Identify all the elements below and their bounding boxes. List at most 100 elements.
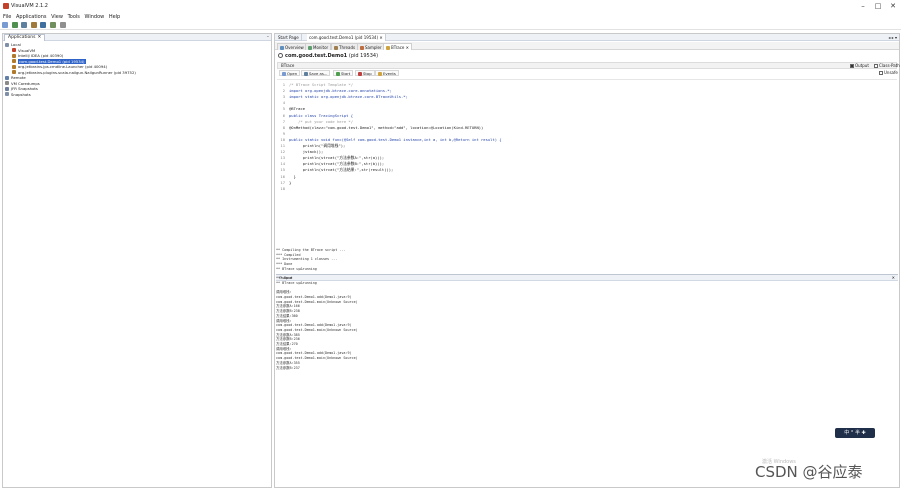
panel-minimize-button[interactable]: – bbox=[267, 34, 269, 41]
tab-threads[interactable]: Threads bbox=[331, 43, 359, 50]
line-number: 4 bbox=[282, 100, 285, 106]
line-number: 10 bbox=[280, 136, 285, 142]
tab-monitor[interactable]: Monitor bbox=[305, 43, 332, 50]
tab-btrace[interactable]: BTrace ✕ bbox=[383, 43, 412, 50]
output-line: ** BTrace up&running bbox=[276, 280, 317, 285]
events-button[interactable]: Events bbox=[375, 70, 399, 76]
code-text: println(strcat("方法参数B:",str(b))); bbox=[289, 161, 385, 167]
refresh-icon[interactable] bbox=[59, 22, 66, 28]
tab-applications-label: Applications bbox=[8, 35, 36, 40]
line-number: 18 bbox=[280, 185, 285, 191]
menu-help[interactable]: Help bbox=[109, 13, 120, 21]
tree-node-remote[interactable]: Remote bbox=[5, 75, 26, 80]
code-line: 18 bbox=[277, 186, 289, 192]
code-text: jstack(); bbox=[289, 149, 324, 155]
script-editor[interactable]: 1 /* BTrace Script Template */ 2 import org… bbox=[277, 79, 897, 273]
thread-dump-icon[interactable] bbox=[21, 22, 28, 28]
tree-node-nailgun[interactable]: org.jetbrains.plugins.scala.nailgun.Nail… bbox=[12, 70, 136, 75]
code-text: println(strcat("方法参数A:",str(a))); bbox=[289, 155, 385, 161]
line-number: 5 bbox=[282, 106, 285, 112]
classpath-checkbox[interactable]: Class-Path bbox=[874, 63, 900, 69]
stop-button[interactable]: Stop bbox=[355, 70, 375, 76]
btrace-icon bbox=[386, 45, 390, 50]
code-line: 7 /* put your code here */ bbox=[277, 119, 353, 125]
computer-icon bbox=[5, 42, 9, 47]
heap-dump-icon[interactable] bbox=[11, 22, 18, 28]
tab-demo1[interactable]: com.good.test.Demo1 (pid 19534) ✕ bbox=[307, 34, 386, 41]
sampler-icon bbox=[360, 45, 364, 50]
maximize-button[interactable]: □ bbox=[872, 2, 884, 10]
close-icon[interactable]: ✕ bbox=[38, 35, 42, 40]
tree-node-snapshots[interactable]: Snapshots bbox=[5, 92, 31, 97]
line-number: 8 bbox=[282, 124, 285, 130]
code-text: } bbox=[289, 179, 292, 185]
menu-file[interactable]: File bbox=[3, 13, 11, 21]
code-line: 8 @OnMethod(clazz="com.good.test.Demo1", … bbox=[277, 124, 484, 131]
overview-icon bbox=[280, 45, 284, 50]
save-as-button[interactable]: Save as... bbox=[301, 70, 331, 76]
section-title: BTrace bbox=[281, 63, 295, 68]
tab-start-page[interactable]: Start Page bbox=[276, 34, 302, 41]
globe-icon bbox=[5, 75, 9, 80]
tree-node-demo1[interactable]: com.good.test.Demo1 (pid 19534) bbox=[12, 58, 86, 64]
line-number: 1 bbox=[282, 82, 285, 87]
process-title: com.good.test.Demo1 (pid 19534) bbox=[278, 53, 378, 59]
tab-overview[interactable]: Overview bbox=[277, 43, 307, 50]
menu-bar: File Applications View Tools Window Help bbox=[0, 13, 901, 21]
checkbox-icon bbox=[879, 70, 883, 75]
minimize-button[interactable]: – bbox=[857, 2, 869, 10]
menu-tools[interactable]: Tools bbox=[68, 13, 80, 21]
monitor-icon bbox=[308, 45, 312, 50]
applications-panel-header: Applications ✕ – bbox=[3, 34, 271, 41]
save-icon bbox=[304, 71, 308, 76]
tree-node-visualvm[interactable]: VisualVM bbox=[12, 48, 35, 53]
line-number: 17 bbox=[280, 179, 285, 185]
open-icon[interactable] bbox=[2, 22, 8, 28]
tree-node-local[interactable]: Local bbox=[5, 42, 21, 47]
menu-view[interactable]: View bbox=[51, 13, 63, 21]
close-icon[interactable]: ✕ bbox=[892, 275, 895, 281]
menu-window[interactable]: Window bbox=[85, 13, 105, 21]
code-line: 1 /* BTrace Script Template */ bbox=[277, 82, 353, 88]
remote-icon[interactable] bbox=[49, 22, 56, 28]
snapshot-icon[interactable] bbox=[30, 22, 37, 28]
open-button[interactable]: Open bbox=[279, 70, 301, 76]
tree-node-jps-launcher[interactable]: org.jetbrains.jps.cmdline.Launcher (pid … bbox=[12, 64, 107, 69]
folder-icon bbox=[282, 71, 286, 76]
close-icon[interactable]: ✕ bbox=[379, 35, 382, 40]
tab-sampler[interactable]: Sampler bbox=[357, 43, 385, 50]
jmx-icon[interactable] bbox=[40, 22, 47, 28]
menu-applications[interactable]: Applications bbox=[16, 13, 47, 21]
tab-navigation-controls[interactable]: ◂ ▸ ▾ bbox=[888, 34, 897, 41]
tab-applications[interactable]: Applications ✕ bbox=[4, 34, 46, 41]
threads-icon bbox=[334, 45, 338, 50]
output-checkbox[interactable]: Output bbox=[850, 63, 869, 69]
code-line: 10 public static void func(@Self com.good… bbox=[277, 136, 502, 143]
code-line: 12 jstack(); bbox=[277, 149, 323, 155]
code-text: println("调用堆栈"); bbox=[289, 143, 346, 148]
code-line: 9 bbox=[277, 131, 289, 137]
start-button[interactable]: Start bbox=[333, 70, 354, 76]
tree-node-coredumps[interactable]: VM Coredumps bbox=[5, 81, 40, 86]
ime-indicator[interactable]: 中 ° 半 ✚ bbox=[835, 428, 875, 438]
java-app-icon bbox=[12, 59, 16, 63]
line-number: 12 bbox=[280, 149, 285, 155]
code-line: 6 public class TracingScript { bbox=[277, 113, 353, 119]
document-tabs: Start Page com.good.test.Demo1 (pid 1953… bbox=[275, 34, 899, 41]
tree-node-intellij[interactable]: IntelliJ IDEA (pid 40390) bbox=[12, 53, 63, 58]
watermark: CSDN @谷应泰 bbox=[755, 463, 863, 481]
line-number: 13 bbox=[280, 155, 285, 161]
code-line: 17} bbox=[277, 180, 291, 186]
code-text: @BTrace bbox=[289, 106, 306, 112]
code-line: 5 @BTrace bbox=[277, 106, 305, 112]
close-icon[interactable]: ✕ bbox=[406, 45, 409, 50]
code-text: public static void func(@Self com.good.t… bbox=[289, 136, 502, 142]
close-button[interactable]: ✕ bbox=[887, 2, 899, 10]
snapshot-icon bbox=[5, 92, 9, 96]
tree-node-jfr[interactable]: JFR Snapshots bbox=[5, 86, 38, 91]
unsafe-checkbox[interactable]: Unsafe bbox=[879, 70, 898, 76]
app-icon bbox=[12, 48, 16, 52]
code-line: 13 println(strcat("方法参数A:",str(a))); bbox=[277, 155, 384, 161]
line-number: 15 bbox=[280, 167, 285, 173]
line-number: 7 bbox=[282, 118, 285, 124]
